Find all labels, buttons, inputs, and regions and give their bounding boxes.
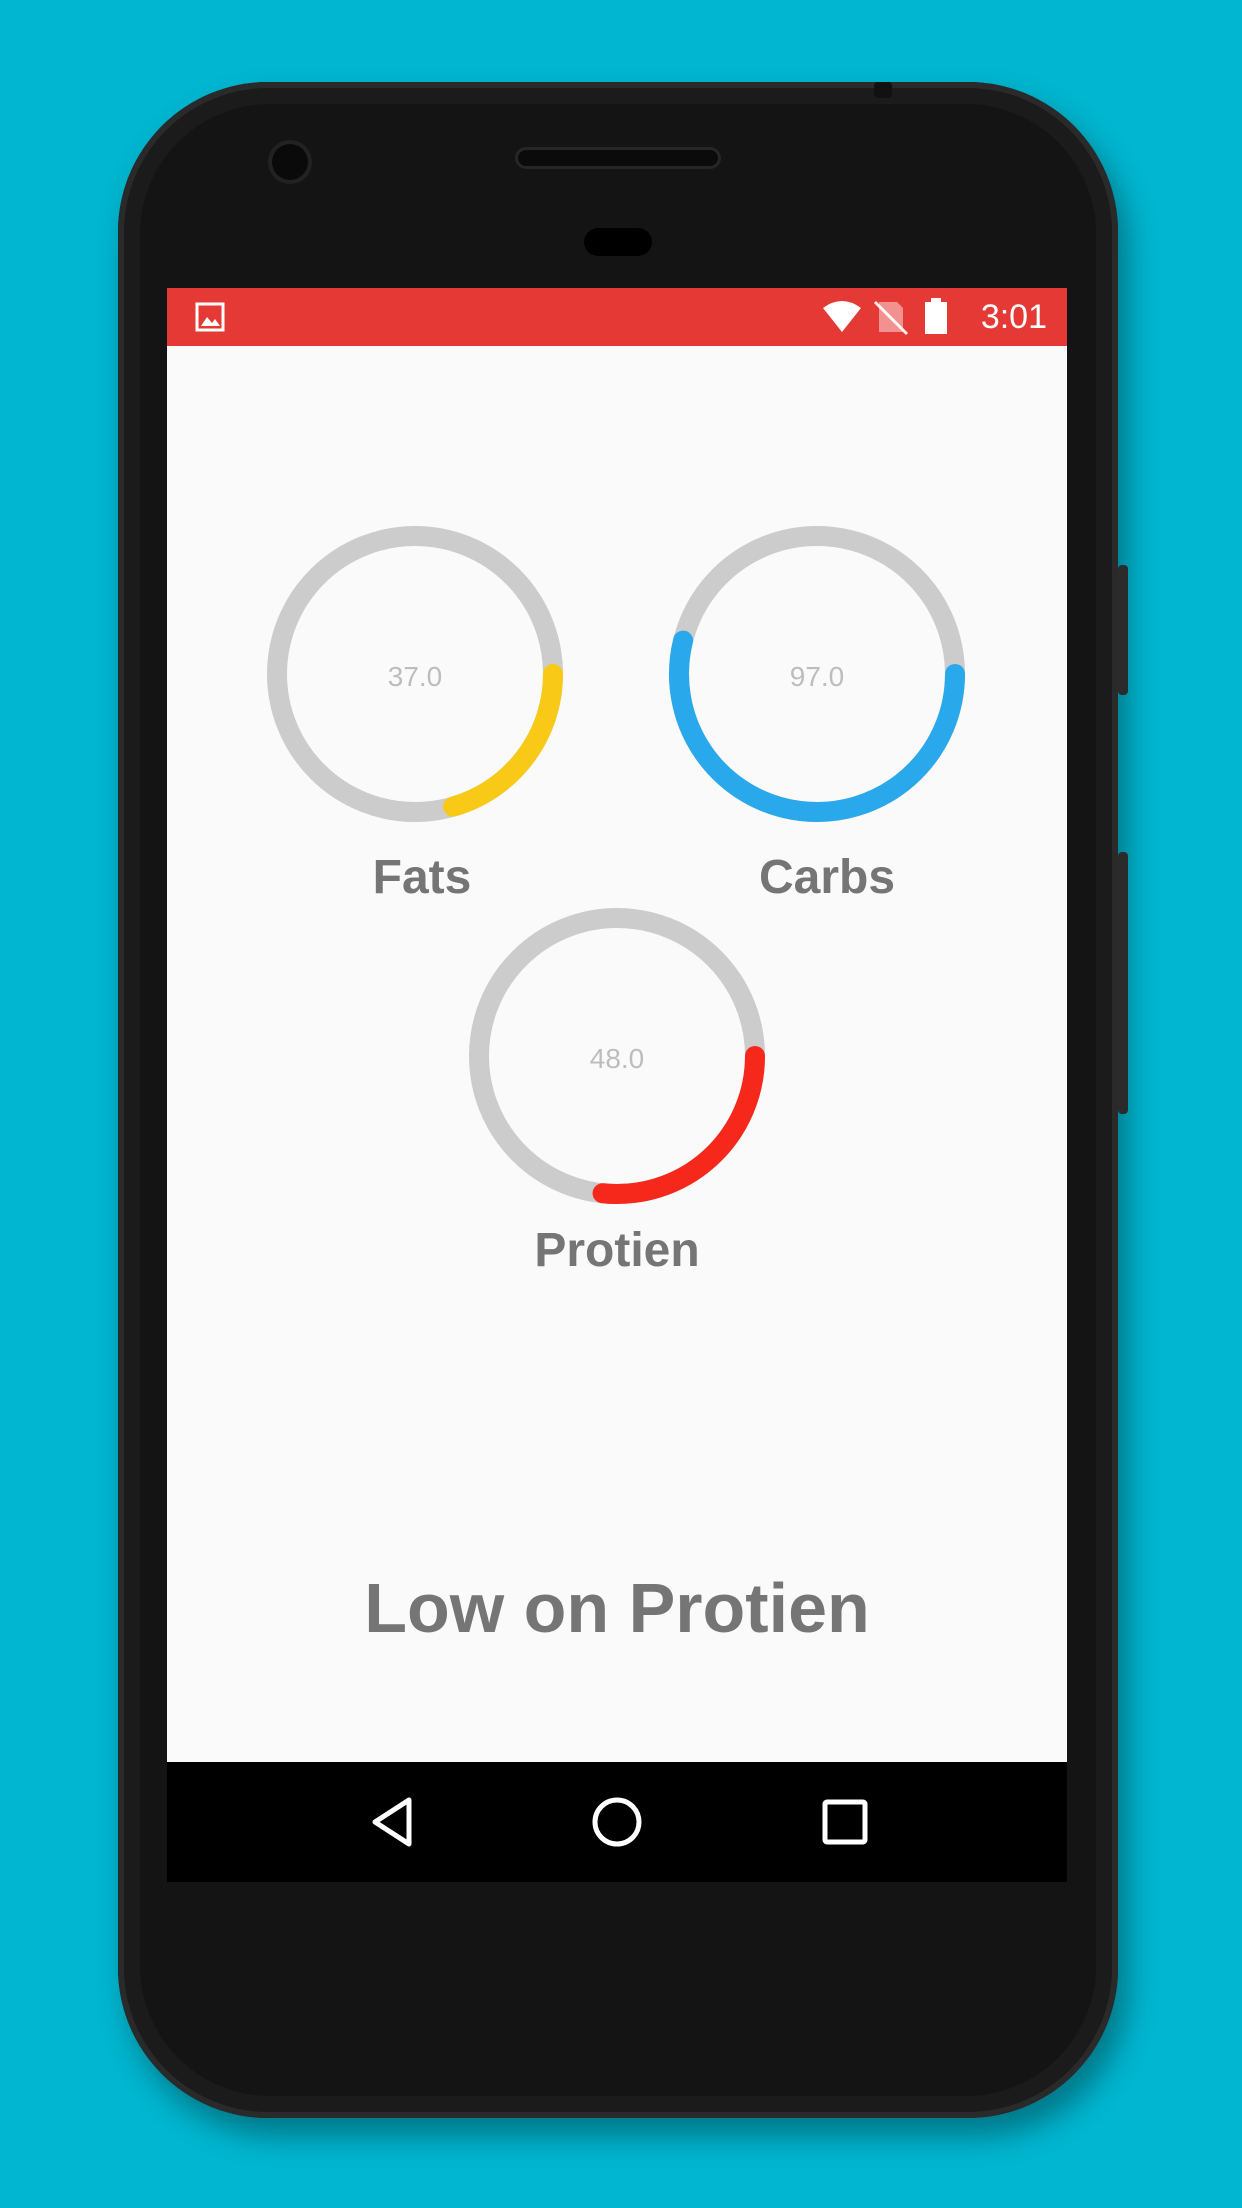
label-carbs: Carbs: [758, 851, 896, 904]
donut-arc-fats: [443, 664, 563, 817]
back-icon[interactable]: [363, 1792, 423, 1852]
volume-button: [1118, 852, 1128, 1114]
top-notch-button: [874, 82, 892, 98]
recents-icon[interactable]: [815, 1792, 875, 1852]
donut-value-protien: 48.0: [590, 1043, 645, 1074]
status-icons: [823, 298, 947, 336]
label-fats: Fats: [372, 851, 472, 904]
earpiece-speaker: [518, 150, 718, 166]
chart-fats: 37.0: [265, 524, 565, 824]
status-time: 3:01: [980, 298, 1047, 336]
donut-value-fats: 37.0: [388, 661, 443, 692]
battery-icon: [925, 298, 947, 334]
donut-value-carbs: 97.0: [790, 661, 845, 692]
chart-carbs: 97.0: [667, 524, 967, 824]
app-screen: 3:01 37.0 Fats 97.0 Carbs 48.0 Protien L…: [167, 288, 1067, 1762]
donut-arc-protien: [592, 1046, 765, 1204]
front-camera: [272, 144, 308, 180]
power-button: [1118, 565, 1128, 695]
status-message: Low on Protien: [364, 1569, 870, 1647]
wifi-icon: [823, 301, 861, 332]
no-sim-icon: [873, 300, 909, 336]
chart-protien: 48.0: [467, 906, 767, 1206]
image-icon: [195, 302, 225, 332]
status-bar: 3:01: [167, 288, 1067, 346]
proximity-sensor: [584, 228, 652, 256]
donut-carbs: 97.0: [669, 526, 965, 822]
donut-protien: 48.0: [469, 908, 765, 1204]
home-icon[interactable]: [587, 1792, 647, 1852]
donut-fats: 37.0: [267, 526, 563, 822]
label-protien: Protien: [534, 1224, 700, 1277]
navigation-bar: [167, 1762, 1067, 1882]
